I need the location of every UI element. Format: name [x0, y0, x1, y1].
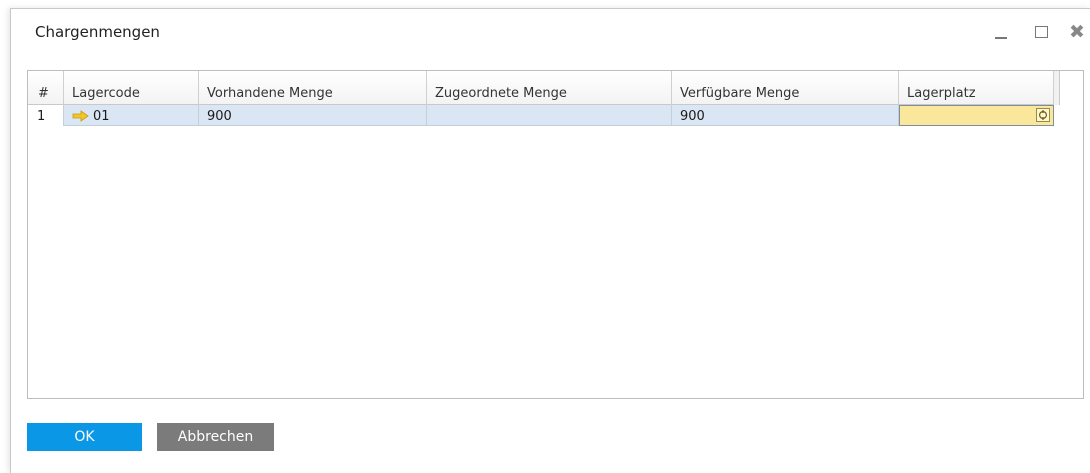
column-header-vorhandene-menge[interactable]: Vorhandene Menge [199, 71, 427, 105]
cell-lagerplatz-input[interactable] [899, 105, 1054, 126]
cell-lagercode[interactable]: 01 [64, 105, 199, 126]
row-number[interactable]: 1 [28, 105, 64, 126]
close-icon[interactable]: ✖ [1069, 23, 1087, 42]
header-scroll-cap [1054, 71, 1060, 105]
table-header: # Lagercode Vorhandene Menge Zugeordnete… [28, 71, 1054, 105]
column-header-number[interactable]: # [28, 71, 64, 105]
ok-button[interactable]: OK [27, 423, 142, 451]
column-header-lagercode[interactable]: Lagercode [64, 71, 199, 105]
column-header-verfuegbare-menge[interactable]: Verfügbare Menge [672, 71, 899, 105]
cell-zugeordnete-menge[interactable] [427, 105, 672, 126]
title-bar[interactable]: Chargenmengen ✖ [11, 9, 1090, 57]
cancel-button[interactable]: Abbrechen [157, 423, 274, 451]
cell-vorhandene-menge[interactable]: 900 [199, 105, 427, 126]
choose-from-list-icon[interactable] [1036, 108, 1050, 122]
link-arrow-icon[interactable] [72, 110, 89, 122]
maximize-icon[interactable] [1033, 23, 1051, 41]
table-row[interactable]: 1 01 900 900 [28, 105, 1054, 126]
minimize-icon[interactable] [993, 23, 1011, 41]
column-header-zugeordnete-menge[interactable]: Zugeordnete Menge [427, 71, 672, 105]
chargenmengen-dialog: Chargenmengen ✖ # Lagercode Vorhandene M… [10, 8, 1090, 473]
dialog-title: Chargenmengen [35, 23, 160, 41]
cell-verfuegbare-menge[interactable]: 900 [672, 105, 899, 126]
batch-quantities-table: # Lagercode Vorhandene Menge Zugeordnete… [27, 70, 1084, 399]
lagercode-value: 01 [93, 109, 110, 124]
column-header-lagerplatz[interactable]: Lagerplatz [899, 71, 1054, 105]
